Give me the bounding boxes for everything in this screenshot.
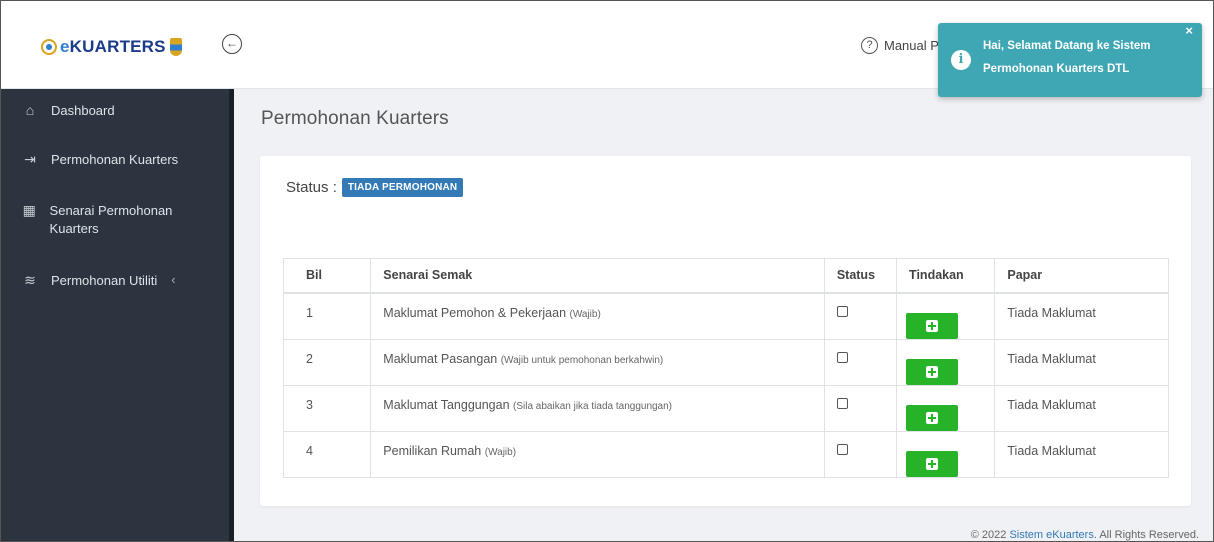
header-status: Status: [823, 258, 898, 294]
welcome-toast: × i Hai, Selamat Datang ke Sistem Permoh…: [938, 23, 1202, 97]
home-icon: ⌂: [25, 102, 35, 118]
item-label: Maklumat Pemohon & Pekerjaan: [383, 305, 567, 320]
status-badge: TIADA PERMOHONAN: [341, 178, 464, 197]
chevron-left-icon: ‹: [171, 272, 176, 287]
header-senarai-semak: Senarai Semak: [370, 258, 825, 294]
brand-logo[interactable]: e KUARTERS: [41, 37, 182, 57]
plus-square-icon: [926, 365, 939, 378]
item-note: (Wajib): [569, 308, 601, 320]
header-bil: Bil: [282, 258, 372, 294]
item-label: Pemilikan Rumah: [383, 443, 482, 458]
sidebar-item-label: Permohonan Utiliti: [51, 273, 158, 288]
add-button[interactable]: [906, 312, 959, 339]
action-cell: [896, 430, 996, 478]
sidebar-item-label: Senarai Permohonan Kuarters: [49, 203, 173, 236]
info-icon: i: [951, 50, 971, 70]
item-label: Maklumat Pasangan: [383, 351, 498, 366]
footer: © 2022 Sistem eKuarters. All Rights Rese…: [971, 529, 1199, 541]
checklist-table: Bil Senarai Semak Status Tindakan Papar …: [282, 258, 1169, 478]
item-note: (Sila abaikan jika tiada tanggungan): [513, 400, 673, 412]
header-papar: Papar: [994, 258, 1169, 294]
sidebar-item-senarai-permohonan[interactable]: ▦ Senarai Permohonan Kuarters: [21, 202, 211, 238]
action-cell: [896, 384, 996, 432]
app-window: eKUARTERS ← ? Manual Pengguna 5072344 × …: [0, 0, 1214, 542]
brand-name-prefix: e: [60, 37, 70, 56]
status-cell: [823, 384, 898, 432]
sidebar-item-label: Dashboard: [51, 103, 115, 118]
status-checkbox[interactable]: [836, 397, 848, 409]
status-label: Status :: [286, 179, 337, 196]
footer-link[interactable]: Sistem eKuarters: [1009, 529, 1093, 541]
layers-icon: ≋: [24, 272, 36, 288]
plus-square-icon: [926, 457, 939, 470]
row-number: 2: [282, 338, 372, 386]
row-number: 4: [282, 430, 372, 478]
papar-cell: Tiada Maklumat: [994, 292, 1169, 340]
plus-square-icon: [926, 319, 939, 332]
status-checkbox[interactable]: [836, 351, 848, 363]
plus-square-icon: [926, 411, 939, 424]
toast-message: Hai, Selamat Datang ke Sistem Permohonan…: [983, 40, 1151, 75]
page-title: Permohonan Kuarters: [261, 108, 449, 129]
status-cell: [823, 430, 898, 478]
building-icon: ▦: [22, 202, 36, 218]
footer-copyright: © 2022: [970, 529, 1010, 541]
row-number: 1: [282, 292, 372, 340]
checklist-item: Maklumat Pemohon & Pekerjaan (Wajib): [370, 292, 825, 340]
checklist-item: Maklumat Pasangan (Wajib untuk pemohonan…: [370, 338, 825, 386]
sidebar-item-label: Permohonan Kuarters: [51, 152, 179, 167]
checklist-item: Maklumat Tanggungan (Sila abaikan jika t…: [370, 384, 825, 432]
table-row: 3 Maklumat Tanggungan (Sila abaikan jika…: [282, 384, 1169, 432]
crest-icon: [169, 38, 182, 56]
checklist-item: Pemilikan Rumah (Wajib): [370, 430, 825, 478]
table-row: 4 Pemilikan Rumah (Wajib) Tiada Maklumat: [282, 430, 1169, 478]
sidebar-item-dashboard[interactable]: ⌂ Dashboard: [21, 102, 115, 120]
papar-cell: Tiada Maklumat: [994, 430, 1169, 478]
help-icon: ?: [861, 37, 878, 54]
header-tindakan: Tindakan: [896, 258, 996, 294]
table-header-row: Bil Senarai Semak Status Tindakan Papar: [282, 258, 1169, 294]
add-button[interactable]: [906, 358, 959, 385]
item-label: Maklumat Tanggungan: [383, 397, 510, 412]
papar-cell: Tiada Maklumat: [994, 384, 1169, 432]
status-checkbox[interactable]: [836, 305, 848, 317]
brand-name: KUARTERS: [69, 37, 166, 56]
action-cell: [896, 292, 996, 340]
sign-in-icon: ⇥: [24, 151, 36, 167]
sidebar: ⌂ Dashboard ⇥ Permohonan Kuarters ▦ Sena…: [1, 89, 234, 541]
table-row: 1 Maklumat Pemohon & Pekerjaan (Wajib) T…: [282, 292, 1169, 340]
application-card: Status : TIADA PERMOHONAN Bil Senarai Se…: [260, 156, 1191, 506]
add-button[interactable]: [906, 450, 959, 477]
add-button[interactable]: [906, 404, 959, 431]
item-note: (Wajib): [484, 446, 517, 458]
row-number: 3: [282, 384, 372, 432]
logo-emblem-icon: [41, 39, 57, 55]
status-checkbox[interactable]: [836, 443, 848, 455]
status-row: Status : TIADA PERMOHONAN: [286, 178, 464, 197]
footer-rights: . All Rights Reserved.: [1093, 529, 1199, 541]
sidebar-item-permohonan-utiliti[interactable]: ≋ Permohonan Utiliti ‹: [21, 272, 176, 290]
status-cell: [823, 292, 898, 340]
item-note: (Wajib untuk pemohonan berkahwin): [500, 354, 664, 366]
sidebar-item-permohonan-kuarters[interactable]: ⇥ Permohonan Kuarters: [21, 151, 178, 169]
status-cell: [823, 338, 898, 386]
arrow-left-icon: ←: [226, 36, 238, 50]
table-row: 2 Maklumat Pasangan (Wajib untuk pemohon…: [282, 338, 1169, 386]
collapse-sidebar-button[interactable]: ←: [222, 34, 242, 54]
action-cell: [896, 338, 996, 386]
papar-cell: Tiada Maklumat: [994, 338, 1169, 386]
